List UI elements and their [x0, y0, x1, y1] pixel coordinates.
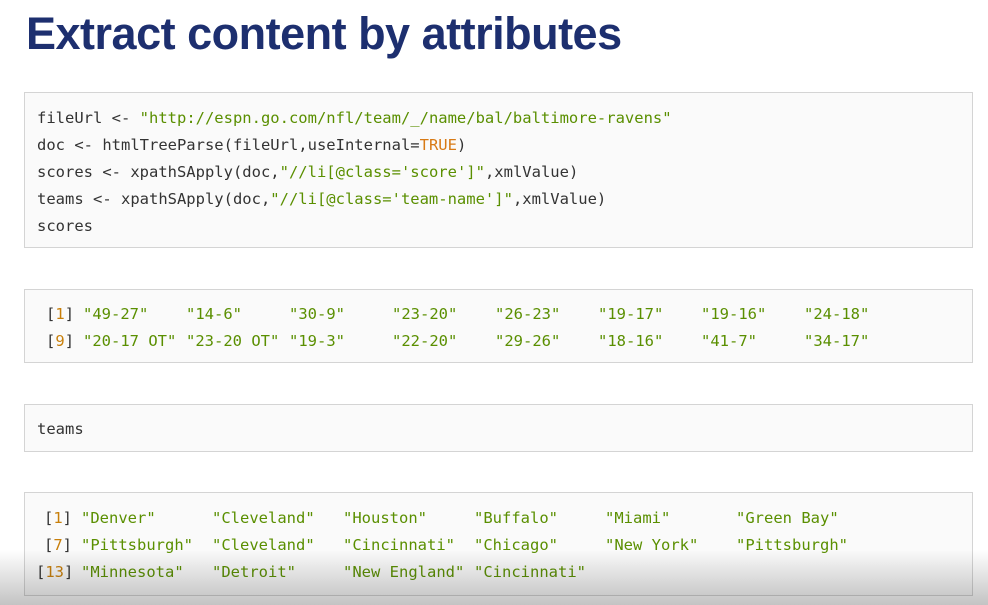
output-value: "New England" [343, 563, 465, 581]
output-value: "23-20" [392, 305, 458, 323]
output-row: [13] "Minnesota" "Detroit" "New England" "Ci… [36, 559, 972, 586]
row-index: [1] [46, 305, 75, 323]
scores-output-block: [1] "49-27" "14-6" "30-9" "23-20" "26-23" "19-… [24, 289, 973, 363]
code-line-teams: teams <- xpathSApply(doc,"//li[@class='t… [37, 186, 972, 213]
output-value: "49-27" [83, 305, 149, 323]
output-value: "Green Bay" [736, 509, 839, 527]
output-value: "Buffalo" [474, 509, 558, 527]
output-value: "29-26" [495, 332, 561, 350]
output-value: "19-17" [598, 305, 664, 323]
row-index-number: 13 [45, 563, 65, 581]
code-text: doc <- htmlTreeParse(fileUrl,useInternal… [37, 136, 420, 154]
row-index: [7] [43, 536, 72, 554]
output-value: "14-6" [186, 305, 242, 323]
output-value: "Cleveland" [212, 536, 315, 554]
slide-title: Extract content by attributes [26, 8, 622, 59]
output-value: "20-17 OT" [83, 332, 177, 350]
output-value: "30-9" [289, 305, 345, 323]
output-value: "Chicago" [474, 536, 558, 554]
output-value: "Houston" [343, 509, 427, 527]
output-row: [7] "Pittsburgh" "Cleveland" "Cincinnati" "C… [36, 532, 972, 559]
row-index-number: 1 [55, 305, 65, 323]
row-index-number: 9 [55, 332, 65, 350]
row-index: [1] [43, 509, 72, 527]
output-value: "Detroit" [212, 563, 296, 581]
output-value: "New York" [605, 536, 699, 554]
code-line-doc: doc <- htmlTreeParse(fileUrl,useInternal… [37, 132, 972, 159]
teams-command-block: teams [24, 404, 973, 452]
output-value: "24-18" [804, 305, 870, 323]
output-value: "Pittsburgh" [736, 536, 848, 554]
code-text: ) [456, 136, 467, 154]
output-value: "22-20" [392, 332, 458, 350]
code-text: ,xmlValue) [484, 163, 579, 181]
row-index-number: 1 [53, 509, 63, 527]
code-line-fileurl: fileUrl <- "http://espn.go.com/nfl/team/… [37, 105, 972, 132]
row-index: [13] [36, 563, 74, 581]
code-text: fileUrl <- [37, 109, 140, 127]
code-text: teams <- xpathSApply(doc, [37, 190, 271, 208]
output-value: "19-3" [289, 332, 345, 350]
output-value: "Miami" [605, 509, 671, 527]
code-string: "http://espn.go.com/nfl/team/_/name/bal/… [139, 109, 672, 127]
output-value: "Pittsburgh" [81, 536, 193, 554]
output-value: "19-16" [701, 305, 767, 323]
output-value: "23-20 OT" [186, 332, 280, 350]
teams-output-block: [1] "Denver" "Cleveland" "Houston" "Buffalo"… [24, 492, 973, 596]
code-text: ,xmlValue) [512, 190, 607, 208]
code-line-print-scores: scores [37, 217, 93, 235]
output-row: [9] "20-17 OT" "23-20 OT" "19-3" "22-20" "29-… [46, 328, 972, 355]
code-block: fileUrl <- "http://espn.go.com/nfl/team/… [24, 92, 973, 248]
output-value: "18-16" [598, 332, 664, 350]
code-string: "//li[@class='team-name']" [270, 190, 513, 208]
output-value: "34-17" [804, 332, 870, 350]
output-value: "Cleveland" [212, 509, 315, 527]
code-text: scores <- xpathSApply(doc, [37, 163, 280, 181]
output-value: "26-23" [495, 305, 561, 323]
row-index-number: 7 [53, 536, 63, 554]
output-value: "Cincinnati" [474, 563, 586, 581]
output-row: [1] "49-27" "14-6" "30-9" "23-20" "26-23" "19-… [46, 301, 972, 328]
code-string: "//li[@class='score']" [279, 163, 485, 181]
output-value: "Denver" [81, 509, 156, 527]
output-value: "Cincinnati" [343, 536, 455, 554]
teams-command: teams [37, 420, 84, 438]
output-row: [1] "Denver" "Cleveland" "Houston" "Buffalo"… [36, 505, 972, 532]
output-value: "41-7" [701, 332, 757, 350]
code-keyword: TRUE [419, 136, 457, 154]
output-value: "Minnesota" [81, 563, 184, 581]
code-line-scores: scores <- xpathSApply(doc,"//li[@class='… [37, 159, 972, 186]
row-index: [9] [46, 332, 75, 350]
